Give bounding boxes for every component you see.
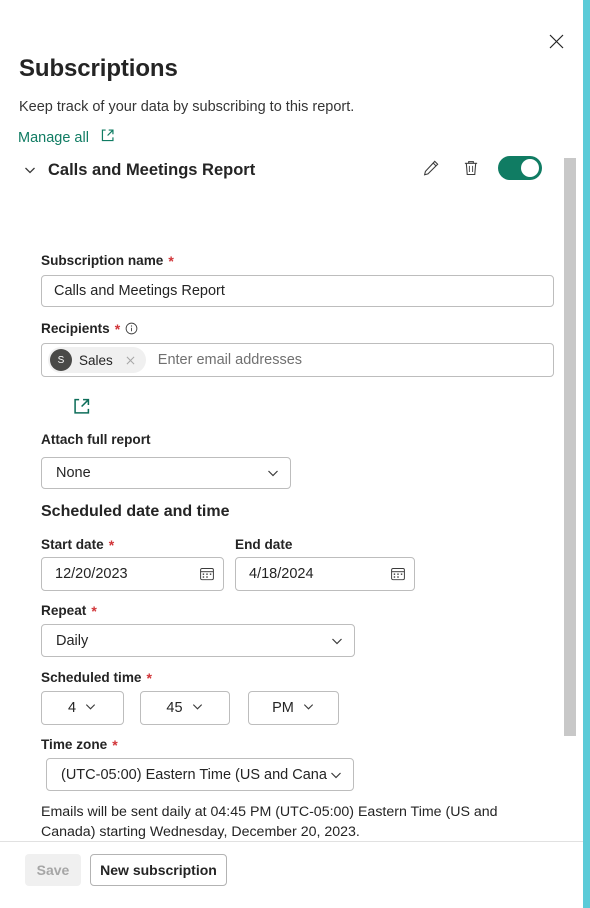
recipient-chip[interactable]: S Sales: [48, 347, 146, 373]
scheduled-time-hour-select[interactable]: 4: [41, 691, 124, 725]
subscription-header-row: Calls and Meetings Report: [18, 155, 542, 185]
page-title: Subscriptions: [19, 55, 178, 82]
scheduled-section-title: Scheduled date and time: [41, 503, 230, 520]
chevron-down-icon: [84, 700, 97, 717]
chevron-down-icon: [191, 700, 204, 717]
end-date-input[interactable]: 4/18/2024: [235, 557, 415, 591]
footer-divider: [0, 841, 583, 842]
scheduled-time-label: Scheduled time *: [41, 669, 152, 686]
toggle-knob: [521, 159, 539, 177]
required-asterisk: *: [146, 669, 152, 686]
attach-full-report-label: Attach full report: [41, 432, 151, 447]
scrollbar-track[interactable]: [564, 0, 583, 908]
close-icon[interactable]: [542, 27, 570, 55]
repeat-label: Repeat *: [41, 602, 97, 619]
repeat-select[interactable]: Daily: [41, 624, 355, 657]
manage-all-label: Manage all: [18, 130, 89, 146]
attach-full-report-value: None: [56, 465, 91, 481]
calendar-icon[interactable]: [390, 566, 406, 582]
subscription-name-label: Subscription name *: [41, 252, 174, 269]
required-asterisk: *: [91, 602, 97, 619]
subscription-name-input[interactable]: Calls and Meetings Report: [41, 275, 554, 307]
page-subtitle: Keep track of your data by subscribing t…: [19, 99, 355, 115]
repeat-value: Daily: [56, 632, 89, 649]
avatar: S: [50, 349, 72, 371]
manage-all-link[interactable]: Manage all: [18, 128, 115, 148]
subscription-enabled-toggle[interactable]: [498, 156, 542, 180]
subscription-name-value: Calls and Meetings Report: [54, 283, 225, 299]
recipients-label: Recipients *: [41, 321, 138, 336]
required-asterisk: *: [108, 536, 115, 553]
chevron-down-icon: [266, 466, 280, 480]
time-zone-value: (UTC-05:00) Eastern Time (US and Cana: [61, 766, 327, 783]
scheduled-time-meridiem-value: PM: [272, 700, 294, 716]
recipients-input[interactable]: S Sales Enter email addresses: [41, 343, 554, 377]
close-icon[interactable]: [122, 351, 140, 369]
scrollbar-thumb[interactable]: [564, 158, 576, 736]
calendar-icon[interactable]: [199, 566, 215, 582]
scheduled-time-minute-value: 45: [166, 700, 183, 716]
schedule-summary-text: Emails will be sent daily at 04:45 PM (U…: [41, 804, 498, 840]
accent-strip: [583, 0, 590, 908]
recipients-placeholder: Enter email addresses: [157, 352, 303, 368]
time-zone-label: Time zone *: [41, 736, 118, 753]
save-button[interactable]: Save: [25, 854, 81, 886]
trash-icon[interactable]: [458, 155, 484, 181]
pencil-icon[interactable]: [418, 155, 444, 181]
info-icon[interactable]: [124, 322, 138, 336]
scheduled-time-minute-select[interactable]: 45: [140, 691, 230, 725]
chevron-down-icon[interactable]: [18, 158, 42, 182]
chevron-down-icon: [330, 634, 344, 648]
attach-full-report-select[interactable]: None: [41, 457, 291, 489]
chevron-down-icon: [329, 768, 343, 782]
subscriptions-panel: Subscriptions Keep track of your data by…: [0, 0, 590, 908]
external-link-icon[interactable]: [72, 397, 92, 417]
time-zone-select[interactable]: (UTC-05:00) Eastern Time (US and Cana: [46, 758, 354, 791]
end-date-value: 4/18/2024: [249, 566, 314, 582]
start-date-value: 12/20/2023: [55, 566, 128, 582]
recipient-chip-label: Sales: [79, 352, 113, 368]
required-asterisk: *: [114, 320, 121, 337]
start-date-label: Start date *: [41, 536, 115, 553]
scheduled-time-meridiem-select[interactable]: PM: [248, 691, 339, 725]
required-asterisk: *: [112, 736, 118, 753]
external-link-icon: [100, 128, 115, 148]
scheduled-time-hour-value: 4: [67, 700, 77, 716]
required-asterisk: *: [168, 252, 174, 269]
subscription-name-heading: Calls and Meetings Report: [48, 160, 256, 179]
chevron-down-icon: [302, 700, 315, 717]
end-date-label: End date: [235, 537, 293, 552]
new-subscription-button[interactable]: New subscription: [90, 854, 227, 886]
start-date-input[interactable]: 12/20/2023: [41, 557, 224, 591]
subscription-actions: [418, 155, 542, 181]
